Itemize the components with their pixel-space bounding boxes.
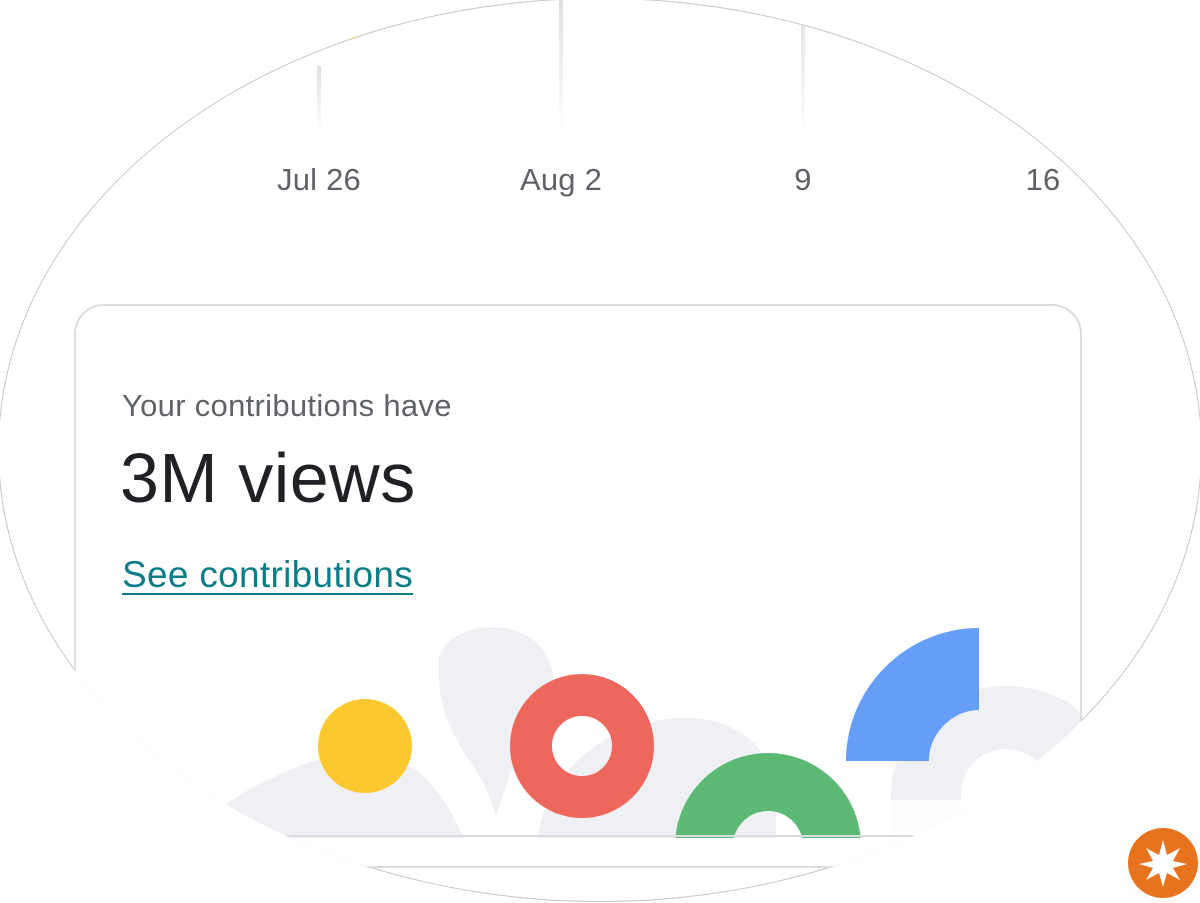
- x-tick-label: Aug 2: [519, 162, 603, 197]
- x-tick-label: 9: [794, 162, 812, 197]
- see-contributions-link[interactable]: See contributions: [122, 554, 413, 596]
- white-band-shape: [891, 800, 1080, 838]
- yellow-circle-shape: [318, 699, 412, 793]
- contributions-card: Your contributions have 3M views See con…: [74, 304, 1082, 868]
- starburst-icon: [1139, 840, 1187, 887]
- gridline-jul-26: [317, 66, 321, 134]
- contributions-illustration: [186, 627, 1080, 838]
- card-divider: [76, 835, 1080, 837]
- x-tick-label: 16: [1025, 162, 1061, 197]
- x-tick-label: Jul 26: [277, 162, 361, 197]
- gridline-9: [801, 0, 805, 134]
- red-ring-shape: [510, 674, 654, 818]
- views-trend-line: [167, 0, 396, 98]
- card-subtitle: Your contributions have: [122, 388, 452, 423]
- badge-button[interactable]: [1128, 828, 1198, 898]
- views-count: 3M views: [120, 439, 416, 517]
- magnifier-lens: Jul 26 Aug 2 9 16 Your contributions hav…: [0, 0, 1200, 902]
- gridline-aug-2: [559, 0, 563, 134]
